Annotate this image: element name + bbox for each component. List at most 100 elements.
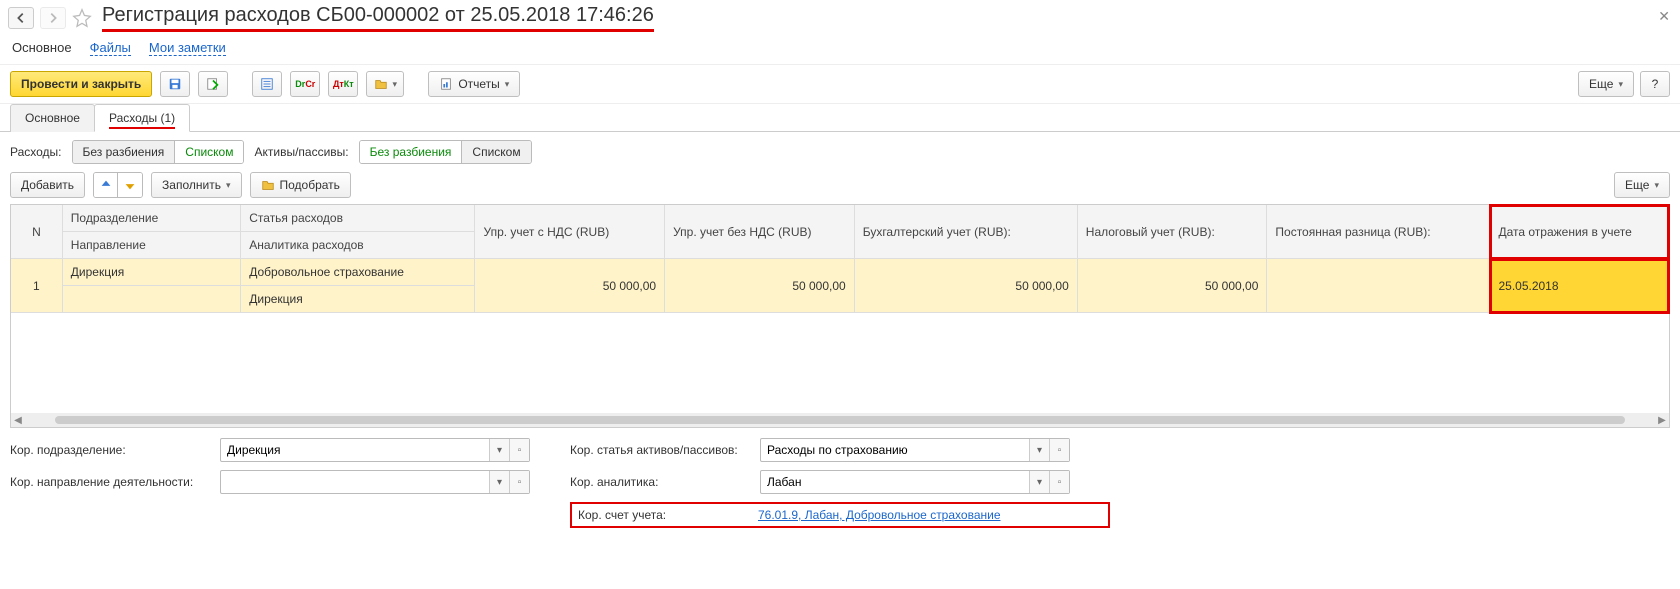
dropdown-button[interactable]: ▾ [1029,439,1049,461]
pick-label: Подобрать [280,178,340,192]
help-button[interactable]: ? [1640,71,1670,97]
cell-mgmt-vat[interactable]: 50 000,00 [475,259,665,313]
col-department[interactable]: Подразделение [62,205,240,232]
page-tabs: Основное Расходы (1) [0,104,1680,132]
cell-expense-analytics[interactable]: Дирекция [241,286,475,313]
cell-perm-diff[interactable] [1267,259,1490,313]
arrow-down-icon [123,178,137,192]
post-and-close-button[interactable]: Провести и закрыть [10,71,152,97]
cell-direction[interactable] [62,286,240,313]
reports-button[interactable]: Отчеты ▾ [428,71,520,97]
link-tab-main[interactable]: Основное [12,40,72,56]
star-icon[interactable] [72,8,92,28]
open-ref-button[interactable]: ▫ [509,471,529,493]
tab-expenses[interactable]: Расходы (1) [94,104,190,132]
assets-list-button[interactable]: Списком [462,141,530,163]
scroll-right-icon[interactable]: ▶ [1655,415,1669,426]
caret-icon: ▾ [1654,180,1659,191]
col-perm-diff[interactable]: Постоянная разница (RUB): [1267,205,1490,259]
tab-main[interactable]: Основное [10,104,95,132]
move-up-button[interactable] [94,173,118,197]
expenses-no-split-button[interactable]: Без разбиения [73,141,176,163]
col-mgmt-vat[interactable]: Упр. учет с НДС (RUB) [475,205,665,259]
cell-expense-item[interactable]: Добровольное страхование [241,259,475,286]
expenses-table: N Подразделение Статья расходов Упр. уче… [10,204,1670,428]
col-mgmt-novat[interactable]: Упр. учет без НДС (RUB) [665,205,855,259]
cell-mgmt-novat[interactable]: 50 000,00 [665,259,855,313]
fill-button[interactable]: Заполнить ▾ [151,172,241,198]
dropdown-button[interactable]: ▾ [1029,471,1049,493]
corr-activity-input[interactable]: ▾ ▫ [220,470,530,494]
col-bookkeeping[interactable]: Бухгалтерский учет (RUB): [854,205,1077,259]
dtkt-button[interactable]: ДтКт [328,71,358,97]
open-ref-button[interactable]: ▫ [509,439,529,461]
move-row-group [93,172,143,198]
corr-activity-label: Кор. направление деятельности: [10,475,210,489]
forward-button[interactable] [40,7,66,29]
assets-segment-label: Активы/пассивы: [254,145,348,159]
main-toolbar: Провести и закрыть DrCr ДтКт ▾ Отчеты ▾ … [0,64,1680,104]
create-based-button[interactable]: ▾ [366,71,404,97]
list-icon [260,77,274,91]
corr-activity-field[interactable] [221,471,489,493]
corr-analytics-label: Кор. аналитика: [570,475,750,489]
cell-n[interactable]: 1 [11,259,62,313]
link-tab-notes[interactable]: Мои заметки [149,40,226,56]
reports-label: Отчеты [458,77,499,91]
col-direction[interactable]: Направление [62,232,240,259]
corr-department-field[interactable] [221,439,489,461]
post-icon [206,77,220,91]
corr-account-link[interactable]: 76.01.9, Лабан, Добровольное страхование [758,508,1001,522]
expenses-segment-label: Расходы: [10,145,62,159]
arrow-up-icon [99,178,113,192]
col-tax[interactable]: Налоговый учет (RUB): [1077,205,1267,259]
col-expense-item[interactable]: Статья расходов [241,205,475,232]
save-button[interactable] [160,71,190,97]
caret-icon: ▾ [393,79,398,90]
back-button[interactable] [8,7,34,29]
expenses-list-button[interactable]: Списком [175,141,243,163]
col-expense-analytics[interactable]: Аналитика расходов [241,232,475,259]
table-row[interactable]: 1 Дирекция Добровольное страхование 50 0… [11,259,1669,286]
report-icon [439,77,453,91]
close-button[interactable]: ✕ [1658,8,1670,25]
open-ref-button[interactable]: ▫ [1049,439,1069,461]
link-tabs: Основное Файлы Мои заметки [0,36,1680,64]
corr-analytics-input[interactable]: ▾ ▫ [760,470,1070,494]
table-more-button[interactable]: Еще ▾ [1614,172,1670,198]
corr-asset-item-input[interactable]: ▾ ▫ [760,438,1070,462]
expenses-segment: Без разбиения Списком [72,140,245,164]
col-reflection-date[interactable]: Дата отражения в учете [1490,205,1669,259]
horizontal-scrollbar[interactable]: ◀ ▶ [11,413,1669,427]
add-row-label: Добавить [21,178,74,192]
corr-analytics-field[interactable] [761,471,1029,493]
cell-tax[interactable]: 50 000,00 [1077,259,1267,313]
corr-department-input[interactable]: ▾ ▫ [220,438,530,462]
structure-button[interactable] [252,71,282,97]
cell-department[interactable]: Дирекция [62,259,240,286]
scroll-thumb[interactable] [55,416,1625,424]
table-empty-area[interactable] [11,313,1669,413]
dropdown-button[interactable]: ▾ [489,471,509,493]
cell-bookkeeping[interactable]: 50 000,00 [854,259,1077,313]
caret-icon: ▾ [505,79,510,90]
drcr-button[interactable]: DrCr [290,71,320,97]
pick-button[interactable]: Подобрать [250,172,351,198]
add-row-button[interactable]: Добавить [10,172,85,198]
post-button[interactable] [198,71,228,97]
assets-no-split-button[interactable]: Без разбиения [360,141,463,163]
corr-account-label: Кор. счет учета: [578,508,748,522]
cell-reflection-date[interactable]: 25.05.2018 [1490,259,1669,313]
col-n[interactable]: N [11,205,62,259]
open-ref-button[interactable]: ▫ [1049,471,1069,493]
corr-asset-item-field[interactable] [761,439,1029,461]
link-tab-files[interactable]: Файлы [90,40,131,56]
tab-main-label: Основное [25,111,80,125]
dropdown-button[interactable]: ▾ [489,439,509,461]
more-button[interactable]: Еще ▾ [1578,71,1634,97]
folder-open-icon [261,178,275,192]
caret-icon: ▾ [226,180,231,191]
corr-asset-item-label: Кор. статья активов/пассивов: [570,443,750,457]
move-down-button[interactable] [118,173,142,197]
scroll-left-icon[interactable]: ◀ [11,415,25,426]
